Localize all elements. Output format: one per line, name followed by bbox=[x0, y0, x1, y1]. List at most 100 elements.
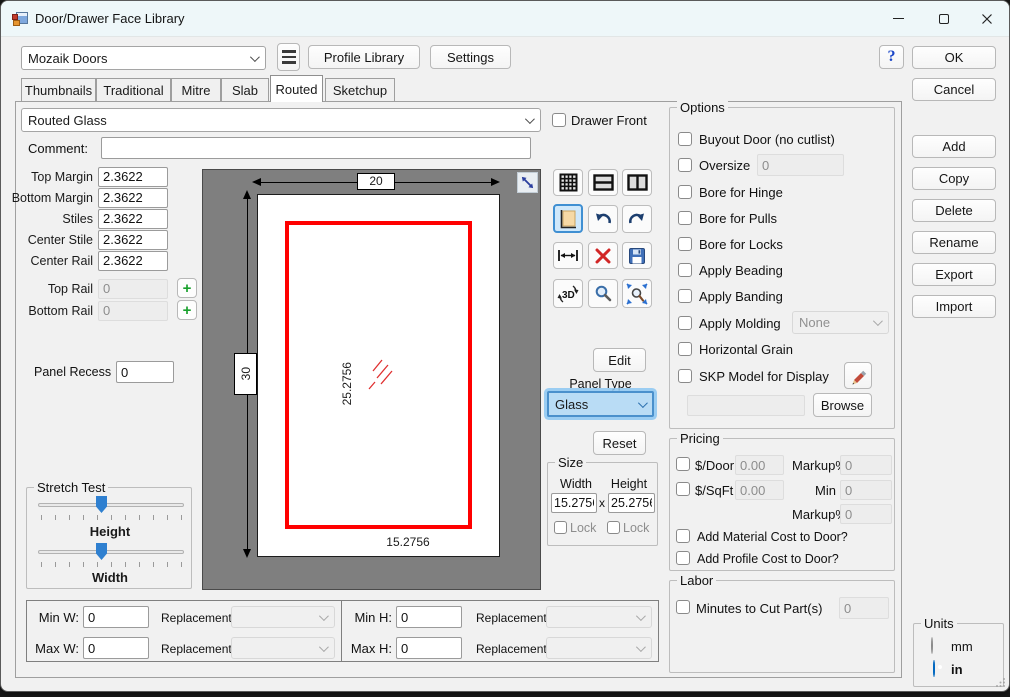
add-top-rail-button[interactable]: + bbox=[177, 278, 197, 298]
reset-button[interactable]: Reset bbox=[593, 431, 646, 455]
help-button[interactable]: ? bbox=[879, 45, 904, 69]
minimize-button[interactable] bbox=[876, 1, 921, 36]
bore-hinge-checkbox[interactable] bbox=[678, 185, 692, 199]
panel-type-select[interactable]: Glass bbox=[547, 391, 654, 417]
undo-button[interactable] bbox=[588, 205, 618, 233]
import-button[interactable]: Import bbox=[912, 295, 996, 318]
oversize-checkbox[interactable] bbox=[678, 158, 692, 172]
units-mm-radio[interactable] bbox=[931, 637, 933, 654]
skp-edit-button[interactable] bbox=[844, 362, 872, 389]
bore-pulls-checkbox[interactable] bbox=[678, 211, 692, 225]
tab-traditional[interactable]: Traditional bbox=[96, 78, 171, 101]
min-w-replacement-select[interactable] bbox=[231, 606, 335, 628]
tab-mitre[interactable]: Mitre bbox=[171, 78, 221, 101]
add-button[interactable]: Add bbox=[912, 135, 996, 158]
minutes-to-cut-checkbox[interactable] bbox=[676, 600, 690, 614]
labor-title: Labor bbox=[677, 573, 717, 588]
add-profile-cost-checkbox[interactable] bbox=[676, 551, 690, 565]
maximize-button[interactable] bbox=[921, 1, 966, 36]
min-w-input[interactable] bbox=[83, 606, 149, 628]
center-rail-input[interactable] bbox=[98, 250, 168, 271]
max-w-input[interactable] bbox=[83, 637, 149, 659]
per-sqft-input[interactable] bbox=[735, 480, 784, 500]
add-material-cost-checkbox[interactable] bbox=[676, 529, 690, 543]
markup2-input[interactable] bbox=[840, 504, 892, 524]
width-slider-thumb[interactable] bbox=[96, 543, 107, 560]
top-rail-input[interactable] bbox=[98, 278, 168, 299]
door-library-select[interactable]: Mozaik Doors bbox=[21, 46, 266, 70]
height-slider-track[interactable] bbox=[38, 503, 184, 507]
tab-thumbnails[interactable]: Thumbnails bbox=[21, 78, 96, 101]
overall-height-value[interactable]: 30 bbox=[234, 353, 257, 395]
width-slider-track[interactable] bbox=[38, 550, 184, 554]
dimension-button[interactable] bbox=[553, 242, 583, 269]
rotate-3d-button[interactable]: 3D bbox=[553, 279, 583, 308]
per-door-input[interactable] bbox=[735, 455, 784, 475]
settings-button[interactable]: Settings bbox=[430, 45, 511, 69]
bottom-margin-input[interactable] bbox=[98, 187, 168, 208]
max-w-replacement-select[interactable] bbox=[231, 637, 335, 659]
grid-layout-button[interactable] bbox=[553, 169, 583, 196]
size-width-input[interactable] bbox=[551, 493, 597, 513]
buyout-door-checkbox[interactable] bbox=[678, 132, 692, 146]
browse-button[interactable]: Browse bbox=[813, 393, 872, 417]
stiles-input[interactable] bbox=[98, 208, 168, 229]
height-slider-thumb[interactable] bbox=[96, 496, 107, 513]
close-button[interactable] bbox=[964, 1, 1009, 36]
tab-sketchup[interactable]: Sketchup bbox=[325, 78, 395, 101]
split-horizontal-button[interactable] bbox=[588, 169, 618, 196]
min-input[interactable] bbox=[840, 480, 892, 500]
door-style-select[interactable]: Routed Glass bbox=[21, 108, 541, 132]
cancel-button[interactable]: Cancel bbox=[912, 78, 996, 101]
minutes-to-cut-input[interactable] bbox=[839, 597, 889, 619]
markup1-input[interactable] bbox=[840, 455, 892, 475]
window-resize-grip[interactable] bbox=[995, 677, 1006, 688]
zoom-button[interactable] bbox=[588, 279, 618, 308]
export-button[interactable]: Export bbox=[912, 263, 996, 286]
top-margin-input[interactable] bbox=[98, 166, 168, 187]
tab-routed[interactable]: Routed bbox=[270, 75, 323, 102]
comment-input[interactable] bbox=[101, 137, 531, 159]
preview-resize-button[interactable] bbox=[517, 172, 538, 193]
copy-button[interactable]: Copy bbox=[912, 167, 996, 190]
menu-button[interactable] bbox=[277, 43, 300, 71]
delete-section-button[interactable] bbox=[588, 242, 618, 269]
ok-button[interactable]: OK bbox=[912, 46, 996, 69]
oversize-input[interactable] bbox=[757, 154, 844, 176]
redo-button[interactable] bbox=[622, 205, 652, 233]
per-door-checkbox[interactable] bbox=[676, 457, 690, 471]
edit-button[interactable]: Edit bbox=[593, 348, 646, 372]
delete-button[interactable]: Delete bbox=[912, 199, 996, 222]
lock-height-checkbox[interactable] bbox=[607, 521, 620, 534]
horizontal-grain-checkbox[interactable] bbox=[678, 342, 692, 356]
lock-width-checkbox[interactable] bbox=[554, 521, 567, 534]
bore-locks-checkbox[interactable] bbox=[678, 237, 692, 251]
skp-path-input[interactable] bbox=[687, 395, 805, 416]
rename-button[interactable]: Rename bbox=[912, 231, 996, 254]
min-h-input[interactable] bbox=[396, 606, 462, 628]
add-bottom-rail-button[interactable]: + bbox=[177, 300, 197, 320]
units-in-radio[interactable] bbox=[933, 660, 942, 677]
units-group: Units mm in bbox=[913, 616, 1004, 687]
center-stile-input[interactable] bbox=[98, 229, 168, 250]
tab-slab[interactable]: Slab bbox=[221, 78, 269, 101]
max-h-replacement-select[interactable] bbox=[546, 637, 652, 659]
per-sqft-checkbox[interactable] bbox=[676, 482, 690, 496]
apply-beading-checkbox[interactable] bbox=[678, 263, 692, 277]
skp-model-checkbox[interactable] bbox=[678, 369, 692, 383]
size-height-input[interactable] bbox=[608, 493, 655, 513]
bottom-rail-input[interactable] bbox=[98, 300, 168, 321]
apply-molding-checkbox[interactable] bbox=[678, 316, 692, 330]
panel-recess-input[interactable] bbox=[116, 361, 174, 383]
apply-molding-select[interactable]: None bbox=[792, 311, 889, 334]
panel-mode-button[interactable] bbox=[553, 204, 583, 233]
profile-library-button[interactable]: Profile Library bbox=[308, 45, 420, 69]
drawer-front-checkbox[interactable] bbox=[552, 113, 566, 127]
zoom-extents-button[interactable] bbox=[622, 279, 652, 308]
split-vertical-button[interactable] bbox=[622, 169, 652, 196]
save-button[interactable] bbox=[622, 242, 652, 269]
max-h-input[interactable] bbox=[396, 637, 462, 659]
min-h-replacement-select[interactable] bbox=[546, 606, 652, 628]
apply-banding-checkbox[interactable] bbox=[678, 289, 692, 303]
overall-width-value[interactable]: 20 bbox=[357, 173, 395, 190]
